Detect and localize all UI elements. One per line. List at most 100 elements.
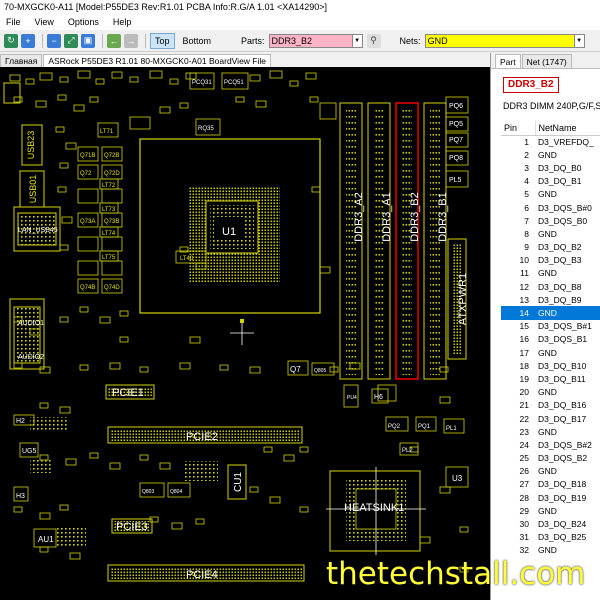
- table-row[interactable]: 31 D3_DQ_B25: [501, 531, 600, 544]
- top-side-button[interactable]: Top: [150, 32, 175, 49]
- table-row[interactable]: 12 D3_DQ_B8: [501, 280, 600, 293]
- net-name: D3_DQ_B24: [538, 519, 587, 530]
- column-header-netname[interactable]: NetName: [535, 121, 600, 136]
- table-row[interactable]: 4 D3_DQ_B1: [501, 175, 600, 188]
- zoom-area-icon[interactable]: ▣: [81, 33, 95, 48]
- tab-net[interactable]: Net (1747): [521, 54, 572, 68]
- table-row[interactable]: 6 D3_DQS_B#0: [501, 201, 600, 214]
- table-row[interactable]: 15 D3_DQS_B#1: [501, 320, 600, 333]
- filter-icon[interactable]: ⚲: [366, 33, 381, 48]
- pin-number: 4: [524, 176, 529, 187]
- vrm-mosfets: [77, 122, 123, 294]
- table-row[interactable]: 14 GND: [501, 306, 600, 320]
- fit-icon[interactable]: ⤢: [64, 33, 78, 48]
- table-row[interactable]: 18 D3_DQ_B10: [501, 359, 600, 372]
- mid-components: [287, 360, 469, 488]
- table-row[interactable]: 5 GND: [501, 188, 600, 201]
- cu1-label: CU1: [233, 472, 244, 492]
- table-row[interactable]: 30 D3_DQ_B24: [501, 517, 600, 530]
- table-row[interactable]: 11 GND: [501, 267, 600, 280]
- table-row[interactable]: 25 D3_DQS_B2: [501, 452, 600, 465]
- table-row[interactable]: 10 D3_DQ_B3: [501, 254, 600, 267]
- table-row[interactable]: 28 D3_DQ_B19: [501, 491, 600, 504]
- dimm-a1-label: DDR3_A1: [381, 192, 393, 242]
- pin-number: 13: [519, 294, 529, 305]
- table-row[interactable]: 26 GND: [501, 465, 600, 478]
- tab-part[interactable]: Part: [495, 54, 521, 68]
- menu-file[interactable]: File: [6, 17, 21, 27]
- net-name: GND: [538, 426, 557, 437]
- table-row[interactable]: 16 D3_DQS_B1: [501, 333, 600, 346]
- lan-usb-label: LAN_USB45: [18, 227, 58, 234]
- table-row[interactable]: 22 D3_DQ_B17: [501, 412, 600, 425]
- net-name: D3_DQ_B1: [538, 176, 582, 187]
- board-canvas[interactable]: USB23 USB01 LAN_USB45 AUDIO1 AUDIO2 Q71B…: [0, 67, 490, 600]
- pin-number: 31: [519, 532, 529, 543]
- q74d-label: Q74D: [104, 285, 120, 291]
- pcie3-label: PCIE3: [116, 521, 148, 533]
- tab-boardview-file[interactable]: ASRock P55DE3 R1.01 80-MXGCK0-A01 BoardV…: [43, 54, 271, 67]
- net-name: GND: [538, 189, 557, 200]
- tab-home[interactable]: Главная: [0, 54, 43, 67]
- board-drawing[interactable]: USB23 USB01 LAN_USB45 AUDIO1 AUDIO2 Q71B…: [0, 67, 490, 600]
- table-row[interactable]: 17 GND: [501, 346, 600, 359]
- menu-options[interactable]: Options: [68, 17, 99, 27]
- refresh-icon[interactable]: ↻: [4, 33, 18, 48]
- pin-number: 30: [519, 519, 529, 530]
- table-row[interactable]: 8 GND: [501, 227, 600, 240]
- atxpwr-label: ATXPWR1: [457, 273, 469, 325]
- pl5-label: PL5: [449, 177, 462, 184]
- toolbar: ↻ + − ⤢ ▣ ← → Top Bottom Parts: DDR3_B2 …: [0, 30, 600, 52]
- pin-number: 3: [524, 162, 529, 173]
- table-row[interactable]: 7 D3_DQS_B0: [501, 214, 600, 227]
- usb23-label: USB23: [26, 131, 36, 160]
- column-header-pin[interactable]: Pin: [501, 121, 536, 136]
- nets-search-input[interactable]: GND: [424, 33, 575, 48]
- menu-help[interactable]: Help: [113, 17, 132, 27]
- parts-search-input[interactable]: DDR3_B2: [268, 33, 353, 48]
- net-name: D3_DQ_B11: [538, 373, 586, 384]
- selected-part-name: DDR3_B2: [503, 77, 559, 93]
- table-row[interactable]: 27 D3_DQ_B18: [501, 478, 600, 491]
- forward-arrow-icon[interactable]: →: [124, 33, 138, 48]
- net-name: D3_DQ_B8: [538, 281, 582, 292]
- pin-number: 25: [519, 453, 529, 464]
- chevron-down-icon[interactable]: ▼: [352, 33, 363, 48]
- net-name: GND: [538, 466, 557, 477]
- pcie4-label: PCIE4: [186, 569, 218, 581]
- table-row[interactable]: 1 D3_VREFDQ_: [501, 135, 600, 148]
- pcie1-label: PCIE1: [112, 387, 144, 399]
- net-name: GND: [538, 347, 557, 358]
- net-name: GND: [538, 387, 557, 398]
- table-row[interactable]: 20 GND: [501, 386, 600, 399]
- table-row[interactable]: 19 D3_DQ_B11: [501, 372, 600, 385]
- back-arrow-icon[interactable]: ←: [107, 33, 121, 48]
- menu-view[interactable]: View: [35, 17, 54, 27]
- parts-label: Parts:: [241, 35, 265, 46]
- net-name: GND: [538, 228, 557, 239]
- table-row[interactable]: 2 GND: [501, 148, 600, 161]
- table-row[interactable]: 23 GND: [501, 425, 600, 438]
- pcq31-label: PCQ31: [192, 80, 212, 86]
- h2-label: H2: [16, 418, 25, 425]
- q73a-label: Q73A: [80, 219, 95, 225]
- pin-number: 17: [519, 347, 529, 358]
- table-row[interactable]: 21 D3_DQ_B16: [501, 399, 600, 412]
- pin-number: 6: [524, 202, 529, 213]
- net-name: D3_DQS_B#2: [538, 439, 592, 450]
- pcie-slots: [13, 384, 305, 582]
- rq35-label: RQ35: [198, 126, 214, 132]
- pin-number: 23: [519, 426, 529, 437]
- bottom-side-button[interactable]: Bottom: [179, 33, 216, 49]
- cpu-socket: [139, 138, 321, 345]
- pin-number: 19: [519, 373, 529, 384]
- zoom-in-icon[interactable]: +: [21, 33, 35, 48]
- chevron-down-icon[interactable]: ▼: [574, 33, 585, 48]
- pin-number: 14: [501, 306, 535, 320]
- table-row[interactable]: 3 D3_DQ_B0: [501, 161, 600, 174]
- zoom-out-icon[interactable]: −: [47, 33, 61, 48]
- table-row[interactable]: 13 D3_DQ_B9: [501, 293, 600, 306]
- table-row[interactable]: 29 GND: [501, 504, 600, 517]
- table-row[interactable]: 9 D3_DQ_B2: [501, 241, 600, 254]
- table-row[interactable]: 24 D3_DQS_B#2: [501, 438, 600, 451]
